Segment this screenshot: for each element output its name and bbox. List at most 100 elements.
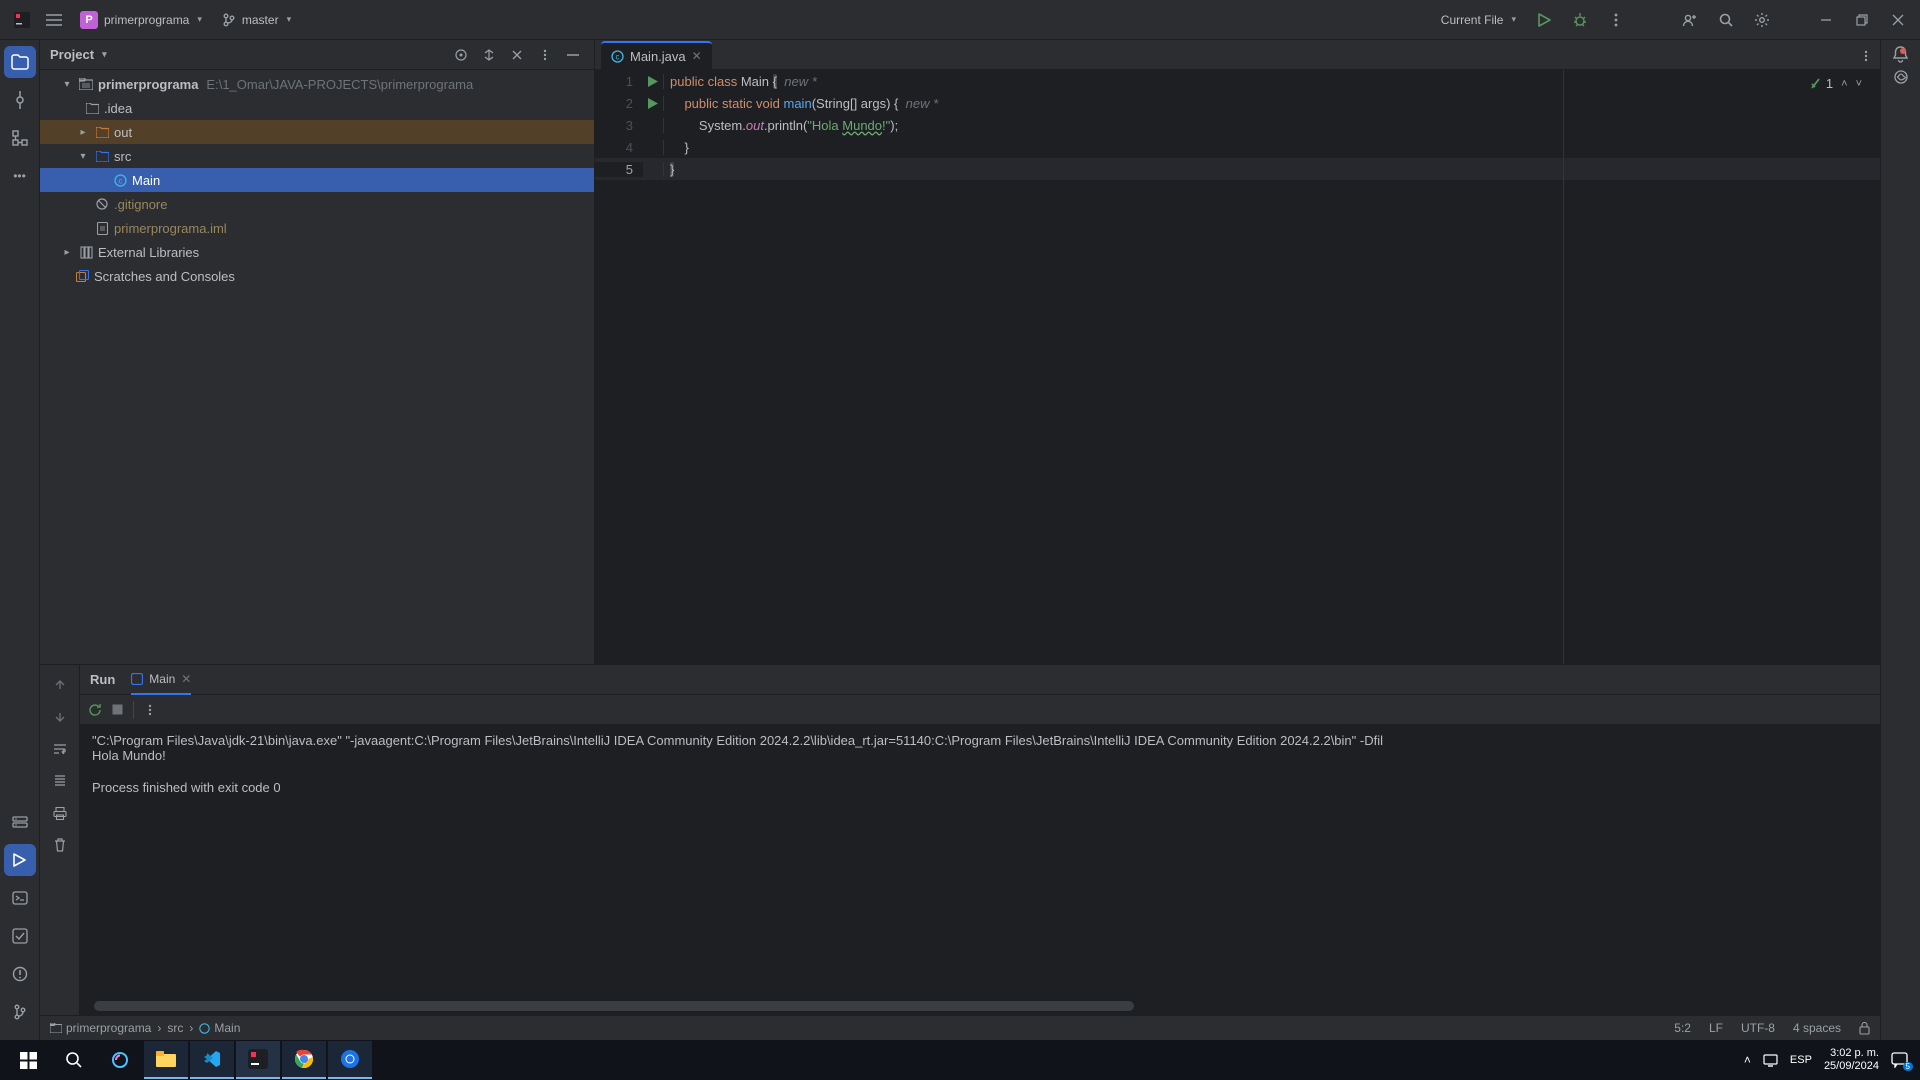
breadcrumb-src[interactable]: src xyxy=(167,1021,183,1035)
window-minimize-button[interactable] xyxy=(1812,6,1840,34)
indent-label[interactable]: 4 spaces xyxy=(1793,1021,1841,1035)
scratches-icon xyxy=(74,270,90,282)
debug-button[interactable] xyxy=(1566,6,1594,34)
run-button[interactable] xyxy=(1530,6,1558,34)
close-tab-button[interactable]: ✕ xyxy=(692,49,702,63)
start-menu-button[interactable] xyxy=(6,1041,50,1079)
tree-scratches[interactable]: Scratches and Consoles xyxy=(40,264,594,288)
tray-chevron-up-icon[interactable]: ˄ xyxy=(1744,1053,1751,1067)
intellij-taskbar-icon[interactable] xyxy=(236,1041,280,1079)
expand-all-button[interactable] xyxy=(478,44,500,66)
warning-indicator[interactable]: 1 xyxy=(1809,76,1833,91)
run-toolbar xyxy=(80,695,1880,725)
build-toolwindow-button[interactable] xyxy=(4,920,36,952)
clear-all-button[interactable] xyxy=(46,831,74,859)
language-label[interactable]: ESP xyxy=(1790,1054,1812,1066)
tray-network-icon[interactable] xyxy=(1763,1053,1778,1067)
project-name-label: primerprograma xyxy=(104,13,189,27)
scroll-to-end-button[interactable] xyxy=(46,767,74,795)
ai-assistant-button[interactable] xyxy=(1893,69,1909,85)
console-line: "C:\Program Files\Java\jdk-21\bin\java.e… xyxy=(92,733,1383,748)
tree-gitignore-file[interactable]: .gitignore xyxy=(40,192,594,216)
module-folder-icon xyxy=(78,78,94,90)
notifications-button[interactable] xyxy=(1893,46,1908,63)
chevron-down-icon[interactable]: ▾ xyxy=(102,49,107,60)
console-up-button[interactable] xyxy=(46,671,74,699)
project-tree-panel: Project ▾ ▾ primerprograma xyxy=(40,40,595,664)
editor-body[interactable]: 1 ˄ ˅ 1 public class Main { new * 2 xyxy=(595,70,1880,664)
chevron-down-icon[interactable]: ˅ xyxy=(1856,78,1862,90)
terminal-toolwindow-button[interactable] xyxy=(4,882,36,914)
window-restore-button[interactable] xyxy=(1848,6,1876,34)
file-explorer-taskbar-icon[interactable] xyxy=(144,1041,188,1079)
run-line-gutter-icon[interactable] xyxy=(643,76,663,87)
soft-wrap-button[interactable] xyxy=(46,735,74,763)
run-config-tab[interactable]: Main ✕ xyxy=(131,665,191,695)
run-config-selector[interactable]: Current File ▾ xyxy=(1435,9,1522,31)
tree-src-folder[interactable]: ▾ src xyxy=(40,144,594,168)
services-toolwindow-button[interactable] xyxy=(4,806,36,838)
more-toolwindows-button[interactable]: ••• xyxy=(4,160,36,192)
rerun-button[interactable] xyxy=(88,703,102,717)
project-toolwindow-button[interactable] xyxy=(4,46,36,78)
problems-toolwindow-button[interactable] xyxy=(4,958,36,990)
tree-external-libraries[interactable]: ▸ External Libraries xyxy=(40,240,594,264)
project-selector[interactable]: P primerprograma ▾ xyxy=(72,7,210,33)
chevron-down-icon: ▾ xyxy=(287,14,292,25)
tree-main-class[interactable]: c Main xyxy=(40,168,594,192)
breadcrumb-project[interactable]: primerprograma xyxy=(50,1021,151,1035)
vcs-toolwindow-button[interactable] xyxy=(4,996,36,1028)
run-more-button[interactable] xyxy=(144,704,156,716)
print-button[interactable] xyxy=(46,799,74,827)
tree-root-name: primerprograma xyxy=(98,77,198,92)
code-with-me-button[interactable] xyxy=(1676,6,1704,34)
tree-iml-file[interactable]: primerprograma.iml xyxy=(40,216,594,240)
titlebar: P primerprograma ▾ master ▾ Current File… xyxy=(0,0,1920,40)
collapse-all-button[interactable] xyxy=(506,44,528,66)
editor-inspections-widget[interactable]: 1 ˄ ˅ xyxy=(1809,76,1862,91)
select-opened-file-button[interactable] xyxy=(450,44,472,66)
editor-panel: c Main.java ✕ 1 ˄ ˅ xyxy=(595,40,1880,664)
close-run-tab-button[interactable]: ✕ xyxy=(181,672,191,686)
library-icon xyxy=(78,246,94,259)
readonly-toggle-icon[interactable] xyxy=(1859,1022,1870,1035)
more-run-actions-button[interactable] xyxy=(1602,6,1630,34)
main-menu-button[interactable] xyxy=(40,6,68,34)
copilot-taskbar-icon[interactable] xyxy=(98,1041,142,1079)
taskbar-clock[interactable]: 3:02 p. m. 25/09/2024 xyxy=(1824,1047,1879,1073)
editor-tab-label: Main.java xyxy=(630,49,686,64)
editor-tab-main[interactable]: c Main.java ✕ xyxy=(601,41,712,69)
editor-tab-options-button[interactable] xyxy=(1852,43,1880,69)
console-down-button[interactable] xyxy=(46,703,74,731)
chrome-taskbar-icon[interactable] xyxy=(282,1041,326,1079)
console-horizontal-scrollbar[interactable] xyxy=(94,1001,1134,1011)
run-console-output[interactable]: "C:\Program Files\Java\jdk-21\bin\java.e… xyxy=(80,725,1880,1015)
search-everywhere-button[interactable] xyxy=(1712,6,1740,34)
caret-position-label[interactable]: 5:2 xyxy=(1674,1021,1691,1035)
commit-toolwindow-button[interactable] xyxy=(4,84,36,116)
search-taskbar-button[interactable] xyxy=(52,1041,96,1079)
tree-project-root[interactable]: ▾ primerprograma E:\1_Omar\JAVA-PROJECTS… xyxy=(40,72,594,96)
window-close-button[interactable] xyxy=(1884,6,1912,34)
vscode-taskbar-icon[interactable] xyxy=(190,1041,234,1079)
chevron-down-icon: ▾ xyxy=(197,14,202,25)
breadcrumb-class[interactable]: Main xyxy=(199,1021,240,1035)
run-line-gutter-icon[interactable] xyxy=(643,98,663,109)
stop-button[interactable] xyxy=(112,704,123,715)
encoding-label[interactable]: UTF-8 xyxy=(1741,1021,1775,1035)
tree-out-folder[interactable]: ▸ out xyxy=(40,120,594,144)
git-branch-selector[interactable]: master ▾ xyxy=(214,9,299,31)
chevron-up-icon[interactable]: ˄ xyxy=(1841,78,1847,90)
problems-count: 1 xyxy=(1826,76,1833,91)
action-center-icon[interactable]: 5 xyxy=(1891,1052,1908,1068)
line-separator-label[interactable]: LF xyxy=(1709,1021,1723,1035)
hide-panel-button[interactable] xyxy=(562,44,584,66)
chrome-canary-taskbar-icon[interactable] xyxy=(328,1041,372,1079)
tree-options-button[interactable] xyxy=(534,44,556,66)
excluded-folder-icon xyxy=(94,127,110,138)
clock-time: 3:02 p. m. xyxy=(1824,1047,1879,1060)
tree-idea-folder[interactable]: .idea xyxy=(40,96,594,120)
run-toolwindow-button[interactable] xyxy=(4,844,36,876)
structure-toolwindow-button[interactable] xyxy=(4,122,36,154)
settings-button[interactable] xyxy=(1748,6,1776,34)
